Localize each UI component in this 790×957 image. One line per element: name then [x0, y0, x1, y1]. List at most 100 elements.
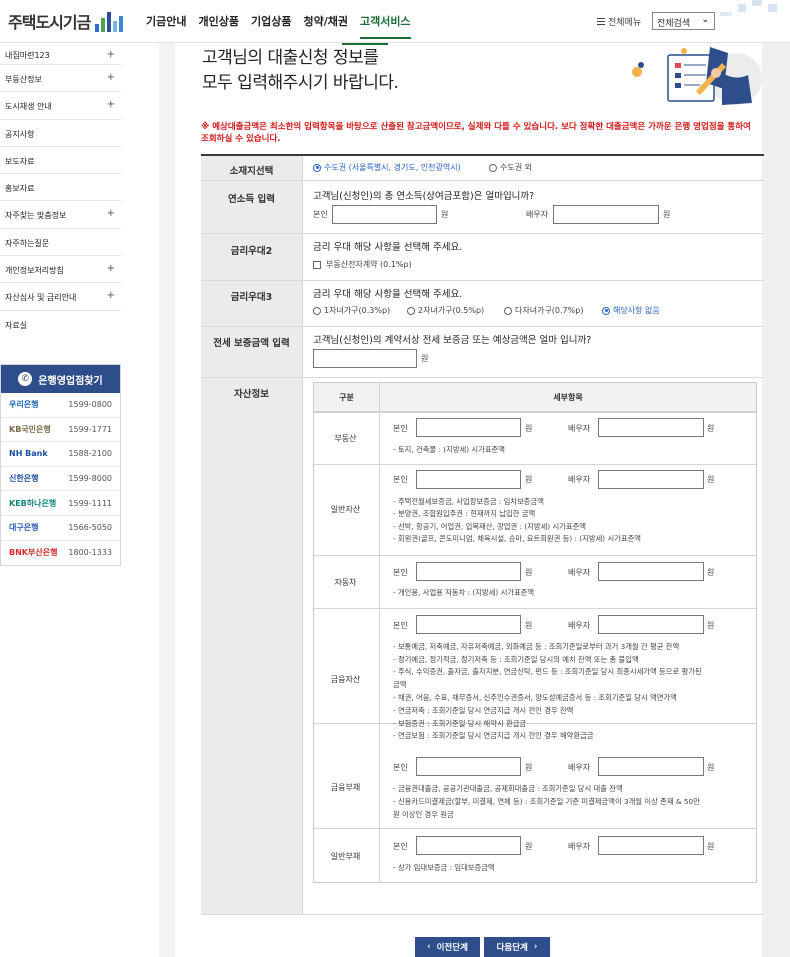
asset-self-label: 본인	[393, 842, 408, 851]
plus-icon: +	[106, 208, 115, 220]
prev-step-button[interactable]: ‹ 이전단계	[415, 937, 480, 957]
sidebar-item-promo[interactable]: 홍보자료	[0, 174, 121, 202]
nav-business-products[interactable]: 기업상품	[251, 13, 291, 39]
asset-note: - 상가 임대보증금 : 임대보증금액	[393, 863, 495, 872]
deco-square	[768, 4, 777, 12]
plus-icon: +	[106, 72, 115, 83]
nav-customer-service[interactable]: 고객서비스	[359, 13, 411, 39]
loan-estimate-notice: ※ 예상대출금액은 최소한의 입력항목을 바탕으로 산출된 참고금액이므로, 실…	[201, 122, 751, 145]
rate2-label: 금리우대2	[201, 234, 302, 281]
page-title-line2: 모두 입력해주시기 바랍니다.	[202, 73, 399, 93]
search-scope-select[interactable]: 전체검색 ⌄	[652, 12, 715, 30]
asset-spouse-label: 배우자	[568, 568, 591, 577]
radio-icon	[407, 306, 415, 315]
income-spouse-label: 배우자	[526, 210, 549, 219]
income-spouse-input[interactable]	[553, 205, 659, 224]
bank-row[interactable]: BNK부산은행 1800-1333	[1, 540, 120, 566]
deposit-label: 전세 보증금액 입력	[201, 327, 302, 378]
sidebar-item-label: 보도자료	[5, 156, 35, 166]
deco-square	[738, 4, 746, 12]
asset-spouse-label: 배우자	[568, 621, 591, 630]
sidebar-item-real-estate[interactable]: 부동산정보 +	[0, 65, 121, 93]
bank-row[interactable]: KB국민은행 1599-1771	[1, 417, 120, 443]
financial-debt-spouse-input[interactable]	[598, 757, 704, 776]
bank-phone: 1599-1111	[68, 498, 112, 508]
asset-note: - 연금저축 : 조회기준일 당시 연금지급 개시 전인 경우 잔액	[393, 706, 574, 715]
rate3-radio-2child[interactable]: 2자녀가구(0.5%p)	[407, 305, 484, 316]
asset-note: - 토지, 건축물 : (지방세) 시가표준액	[393, 445, 505, 454]
financial-asset-self-input[interactable]	[416, 615, 521, 634]
nav-fund-info[interactable]: 기금안내	[146, 13, 186, 39]
sidebar-item-label: 공지사항	[5, 129, 35, 139]
asset-note: - 채권, 어음, 수표, 채무증서, 신주인수권증서, 양도성예금증서 등 :…	[393, 693, 677, 702]
page-gutter	[121, 43, 159, 957]
sidebar-item-privacy[interactable]: 개인정보처리방침 +	[0, 256, 121, 284]
sidebar-item-press[interactable]: 보도자료	[0, 147, 121, 175]
asset-row-divider	[314, 555, 756, 556]
sidebar-item-label: 자주하는질문	[5, 238, 50, 248]
nav-subscription-bonds[interactable]: 청약/채권	[303, 13, 348, 39]
sidebar-item-notices[interactable]: 공지사항	[0, 120, 121, 147]
sidebar-item-label: 홍보자료	[5, 184, 35, 194]
site-logo[interactable]: 주택도시기금	[8, 9, 124, 33]
location-opt-non-metro-label: 수도권 외	[500, 163, 532, 172]
radio-icon	[504, 306, 512, 315]
real-estate-self-input[interactable]	[416, 418, 521, 437]
vehicle-self-input[interactable]	[416, 562, 521, 581]
location-radio-non-metro[interactable]: 수도권 외	[489, 162, 532, 173]
won-unit: 원	[707, 424, 715, 433]
deposit-input[interactable]	[313, 349, 417, 368]
all-menu-label: 전체메뉴	[608, 18, 642, 28]
sidebar-item-label: 내집마련123	[5, 51, 50, 60]
sidebar-item-custom-info[interactable]: 자주찾는 맞춤정보 +	[0, 201, 121, 229]
rate3-radio-none[interactable]: 해당사항 없음	[602, 305, 660, 316]
won-unit: 원	[707, 475, 715, 484]
radio-icon	[489, 163, 497, 172]
nav-personal-products[interactable]: 개인상품	[198, 13, 238, 39]
sidebar-item-label: 개인정보처리방침	[5, 266, 64, 276]
won-unit: 원	[441, 210, 449, 219]
sidebar-item-home-buying[interactable]: 내집마련123 +	[0, 49, 121, 65]
bank-row[interactable]: NH Bank 1588-2100	[1, 442, 120, 467]
vehicle-spouse-input[interactable]	[598, 562, 704, 581]
sidebar-item-faq[interactable]: 자주하는질문	[0, 229, 121, 257]
rate3-radio-1child[interactable]: 1자녀가구(0.3%p)	[313, 305, 390, 316]
real-estate-spouse-input[interactable]	[598, 418, 704, 437]
search-scope-value: 전체검색	[657, 19, 691, 29]
sidebar-item-library[interactable]: 자료실	[0, 311, 121, 338]
sidebar-item-asset-review[interactable]: 자산심사 및 금리안내 +	[0, 283, 121, 311]
won-unit: 원	[421, 354, 429, 363]
bank-row[interactable]: 우리은행 1599-0800	[1, 393, 120, 418]
general-debt-spouse-input[interactable]	[598, 836, 704, 855]
bank-row[interactable]: 대구은행 1566-5050	[1, 515, 120, 541]
income-self-input[interactable]	[332, 205, 437, 224]
chevron-left-icon: ‹	[427, 942, 431, 952]
general-debt-self-input[interactable]	[416, 836, 521, 855]
prev-step-label: 이전단계	[436, 943, 468, 953]
rate3-radio-multichild[interactable]: 다자녀가구(0.7%p)	[504, 305, 583, 316]
location-radio-metro[interactable]: 수도권 (서울특별시, 경기도, 인천광역시)	[313, 162, 461, 173]
sidebar-item-urban-regen[interactable]: 도시재생 안내 +	[0, 92, 121, 120]
rate3-question: 금리 우대 해당 사항을 선택해 주세요.	[313, 289, 463, 300]
bank-finder-title: 은행영업점찾기	[38, 375, 103, 387]
asset-self-label: 본인	[393, 568, 408, 577]
next-step-button[interactable]: 다음단계 ›	[484, 937, 550, 957]
asset-note: 원 이상인 경우 원금	[393, 810, 454, 819]
general-asset-spouse-input[interactable]	[598, 470, 704, 489]
financial-asset-spouse-input[interactable]	[598, 615, 704, 634]
bank-name: 신한은행	[9, 474, 39, 484]
general-asset-self-input[interactable]	[416, 470, 521, 489]
asset-note: - 보통예금, 저축예금, 자유저축예금, 외화예금 등 : 조회기준일로부터 …	[393, 642, 680, 651]
bank-finder-header[interactable]: ✆ 은행영업점찾기	[1, 365, 120, 393]
bank-row[interactable]: KEB하나은행 1599-1111	[1, 491, 120, 516]
won-unit: 원	[525, 475, 533, 484]
chevron-right-icon: ›	[533, 942, 538, 952]
bank-row[interactable]: 신한은행 1599-8000	[1, 466, 120, 492]
all-menu-button[interactable]: 전체메뉴	[597, 15, 641, 28]
asset-self-label: 본인	[393, 475, 408, 484]
rate2-checkbox-e-contract[interactable]: 부동산전자계약 (0.1%p)	[313, 259, 412, 270]
asset-spouse-label: 배우자	[568, 475, 591, 484]
deposit-question: 고객님(신청인)의 계약서상 전세 보증금 또는 예상금액은 얼마 입니까?	[313, 335, 592, 346]
financial-debt-self-input[interactable]	[416, 757, 521, 776]
asset-name: 자동차	[334, 578, 357, 587]
